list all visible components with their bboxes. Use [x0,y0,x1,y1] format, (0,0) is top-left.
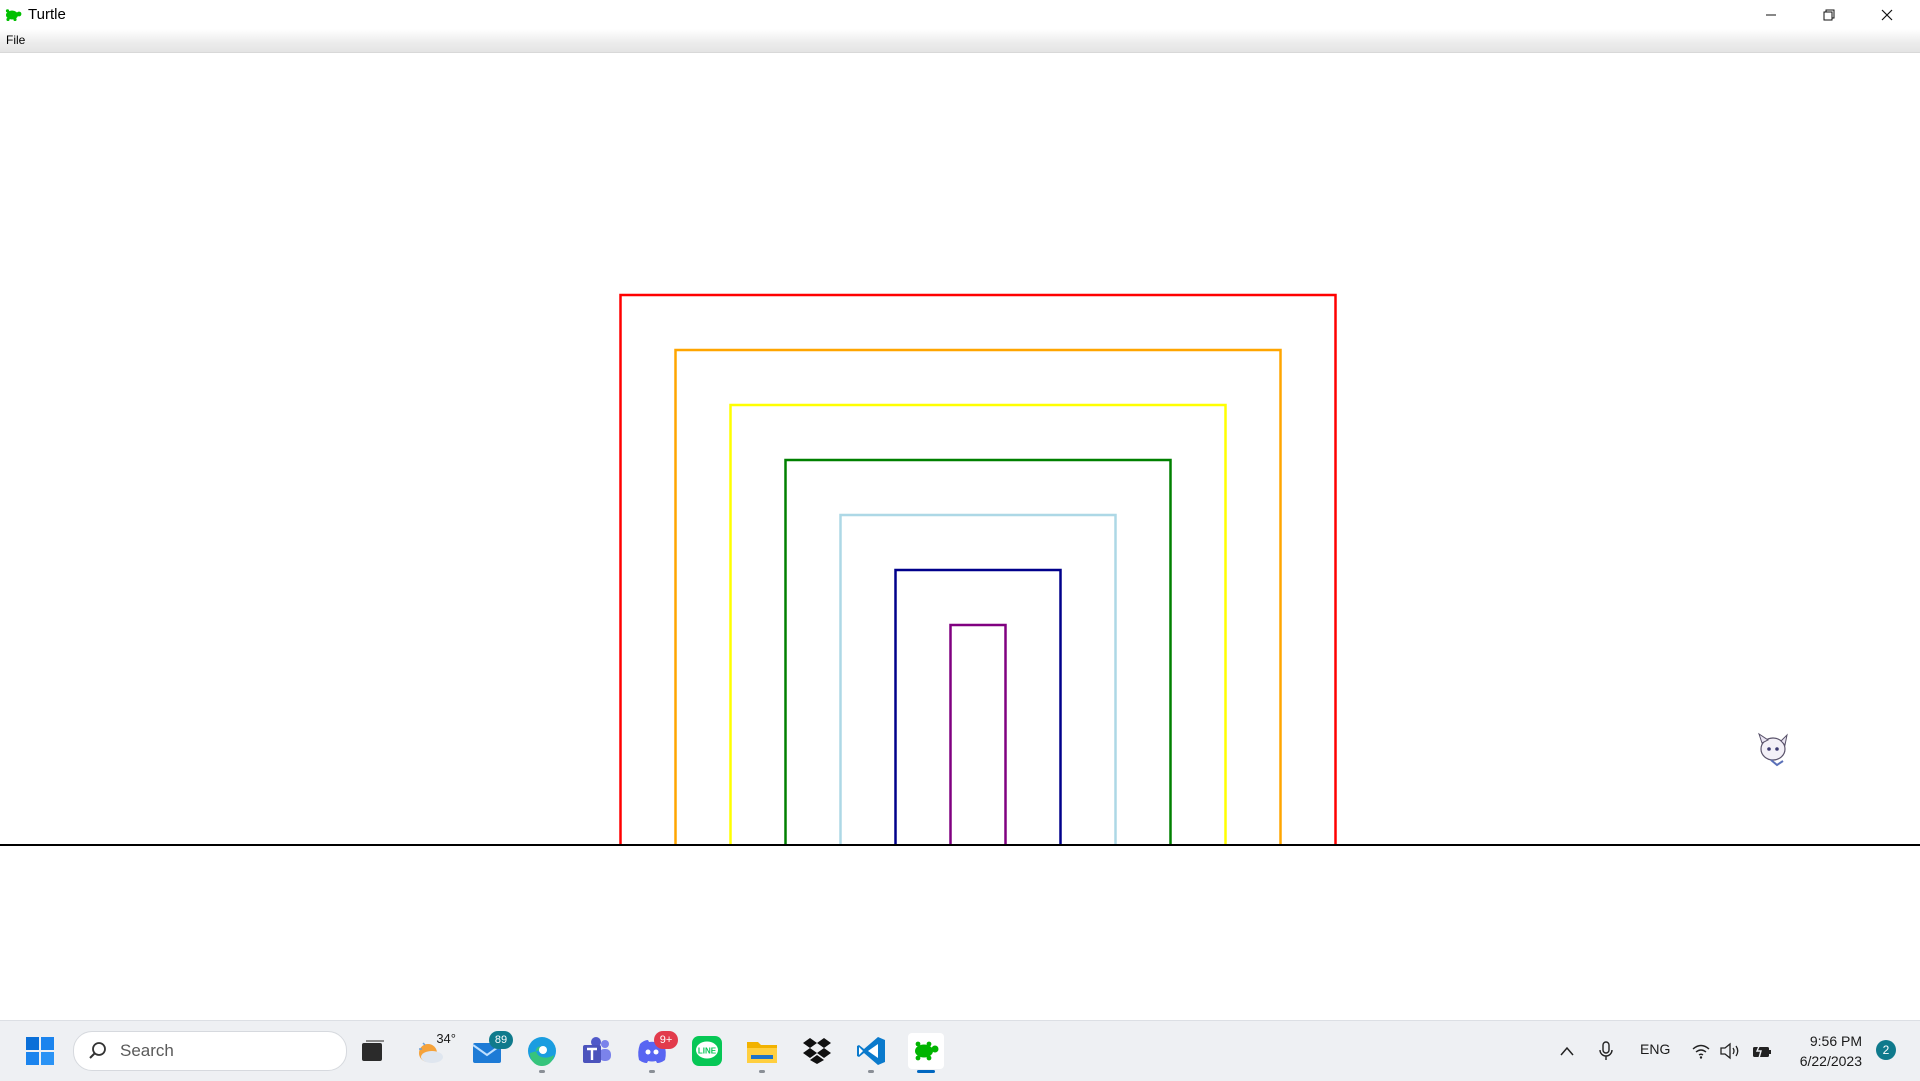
turtle-square-2 [674,348,1282,845]
clock-date: 6/22/2023 [1799,1053,1862,1069]
minimize-icon [1766,14,1776,15]
microphone-icon [1599,1041,1613,1060]
turtle-square-6 [894,568,1062,845]
windows-logo-icon [26,1037,54,1065]
active-indicator [917,1070,935,1073]
show-hidden-icons-button[interactable] [1554,1033,1580,1069]
close-icon [1881,9,1893,20]
search-box[interactable]: Search [73,1031,347,1071]
running-indicator [868,1070,874,1073]
taskbar: Search 34° 89 9+ LINE ENG 9:56 PM 6/22/2… [0,1020,1920,1081]
title-bar: Turtle [0,0,1920,29]
mail-button[interactable]: 89 [469,1031,513,1069]
microphone-button[interactable] [1593,1033,1619,1069]
turtle-app-icon [4,8,22,22]
window-title: Turtle [28,6,66,23]
cursor-sprite-icon [1758,732,1788,767]
teams-icon [583,1037,611,1063]
turtle-taskbar-button[interactable] [908,1033,944,1073]
battery-button[interactable] [1749,1033,1775,1069]
turtle-app-icon [915,1041,939,1061]
turtle-canvas[interactable] [0,53,1920,1020]
edge-button[interactable] [524,1033,560,1073]
turtle-square-4 [784,458,1172,845]
file-explorer-icon [747,1042,777,1063]
language-indicator[interactable]: ENG [1640,1041,1670,1057]
mail-badge: 89 [489,1031,513,1049]
close-button[interactable] [1858,0,1916,29]
notification-badge[interactable]: 2 [1876,1040,1896,1060]
wifi-icon [1692,1044,1710,1059]
search-icon [88,1041,108,1061]
search-placeholder: Search [120,1041,174,1060]
svg-text:LINE: LINE [698,1047,717,1056]
discord-badge: 9+ [654,1031,678,1049]
weather-widget[interactable]: 34° [412,1031,456,1069]
running-indicator [759,1070,765,1073]
minimize-button[interactable] [1742,0,1800,29]
restore-button[interactable] [1800,0,1858,29]
running-indicator [539,1070,545,1073]
menu-bar: File [0,29,1920,53]
turtle-square-7 [949,623,1007,845]
task-view-button[interactable] [355,1033,391,1069]
line-button[interactable]: LINE [689,1033,725,1069]
speaker-icon [1720,1042,1739,1060]
turtle-square-5 [839,513,1117,845]
wifi-button[interactable] [1688,1033,1714,1069]
menu-file[interactable]: File [6,33,25,47]
clock[interactable]: 9:56 PM 6/22/2023 [1800,1031,1862,1071]
teams-button[interactable] [579,1033,615,1069]
vscode-button[interactable] [853,1033,889,1073]
line-icon: LINE [692,1036,722,1066]
edge-icon [528,1037,556,1067]
start-button[interactable] [22,1033,58,1069]
vscode-icon [857,1037,885,1065]
volume-button[interactable] [1717,1033,1743,1069]
chevron-up-icon [1560,1046,1574,1056]
dropbox-button[interactable] [799,1033,835,1069]
battery-charging-icon [1753,1043,1771,1059]
running-indicator [649,1070,655,1073]
discord-button[interactable]: 9+ [634,1031,678,1073]
clock-time: 9:56 PM [1809,1033,1862,1049]
restore-icon [1823,9,1835,20]
dropbox-icon [803,1038,831,1064]
task-view-icon [362,1040,384,1061]
weather-temp: 34° [436,1031,456,1046]
file-explorer-button[interactable] [744,1033,780,1073]
